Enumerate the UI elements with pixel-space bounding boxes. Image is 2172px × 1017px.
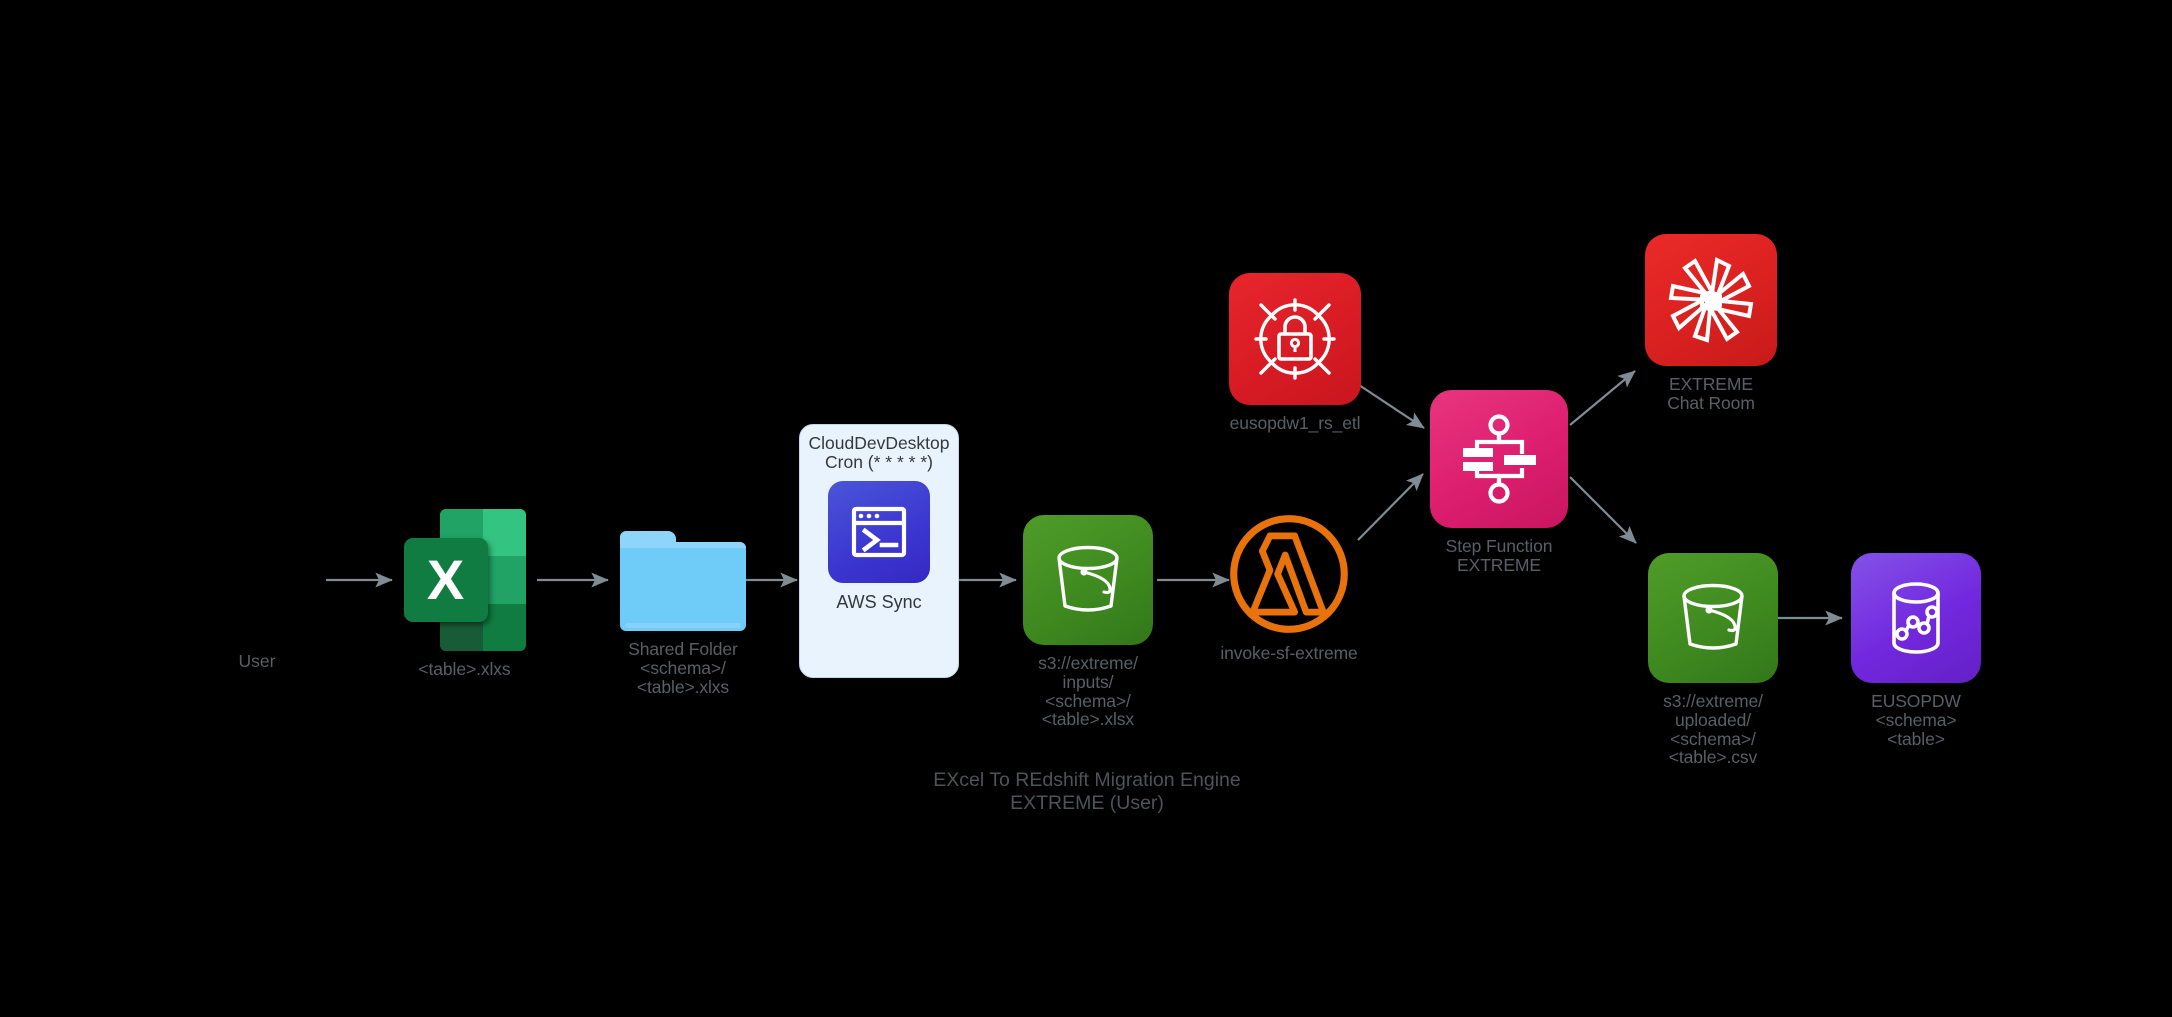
terminal-icon	[828, 481, 930, 583]
excel-label: <table>.xlxs	[418, 659, 511, 679]
node-shared-folder[interactable]: Shared Folder <schema>/ <table>.xlxs	[608, 531, 758, 696]
node-clouddevdesktop[interactable]: CloudDevDesktop Cron (* * * * *) AWS Syn…	[799, 424, 959, 678]
s3-uploaded-label: s3://extreme/ uploaded/ <schema>/ <table…	[1663, 691, 1763, 768]
edge-stepfunction-to-s3-uploaded	[1569, 476, 1637, 544]
shared-folder-label: Shared Folder <schema>/ <table>.xlxs	[628, 639, 738, 697]
chat-room-icon	[1645, 234, 1777, 366]
node-redshift[interactable]: EUSOPDW <schema> <table>	[1846, 553, 1986, 748]
secrets-manager-label: eusopdw1_rs_etl	[1229, 413, 1361, 433]
redshift-label: EUSOPDW <schema> <table>	[1871, 691, 1961, 749]
diagram-caption: EXcel To REdshift Migration Engine EXTRE…	[933, 769, 1241, 814]
redshift-icon	[1851, 553, 1981, 683]
lambda-icon	[1228, 513, 1350, 635]
lambda-label: invoke-sf-extreme	[1220, 643, 1358, 663]
step-functions-icon	[1430, 390, 1568, 528]
secrets-manager-lock-icon	[1229, 273, 1361, 405]
edge-stepfunction-to-chatroom	[1569, 370, 1636, 426]
excel-icon: X	[403, 509, 526, 651]
node-lambda[interactable]: invoke-sf-extreme	[1219, 513, 1359, 663]
connector-layer	[326, 370, 1843, 626]
edge-lambda-to-stepfunction	[1357, 473, 1424, 541]
node-excel[interactable]: X <table>.xlxs	[392, 509, 537, 679]
node-s3-uploaded[interactable]: s3://extreme/ uploaded/ <schema>/ <table…	[1641, 553, 1785, 767]
edge-secrets-to-stepfunction	[1358, 384, 1425, 429]
node-chat-room[interactable]: EXTREME Chat Room	[1641, 234, 1781, 413]
chat-room-label: EXTREME Chat Room	[1667, 374, 1755, 413]
node-step-function[interactable]: Step Function EXTREME	[1429, 390, 1569, 575]
node-secrets-manager[interactable]: eusopdw1_rs_etl	[1225, 273, 1365, 433]
diagram-canvas: User X <table>.xlxs Shared Folder <schem…	[0, 0, 2172, 1017]
clouddevdesktop-title: CloudDevDesktop Cron (* * * * *)	[808, 433, 950, 472]
step-function-label: Step Function EXTREME	[1445, 536, 1553, 575]
clouddevdesktop-sublabel: AWS Sync	[836, 592, 922, 612]
folder-icon	[620, 531, 746, 631]
s3-bucket-icon	[1648, 553, 1778, 683]
user-node-label: User	[238, 651, 276, 671]
node-s3-inputs[interactable]: s3://extreme/ inputs/ <schema>/ <table>.…	[1016, 515, 1160, 729]
s3-inputs-label: s3://extreme/ inputs/ <schema>/ <table>.…	[1038, 653, 1138, 730]
s3-bucket-icon	[1023, 515, 1153, 645]
